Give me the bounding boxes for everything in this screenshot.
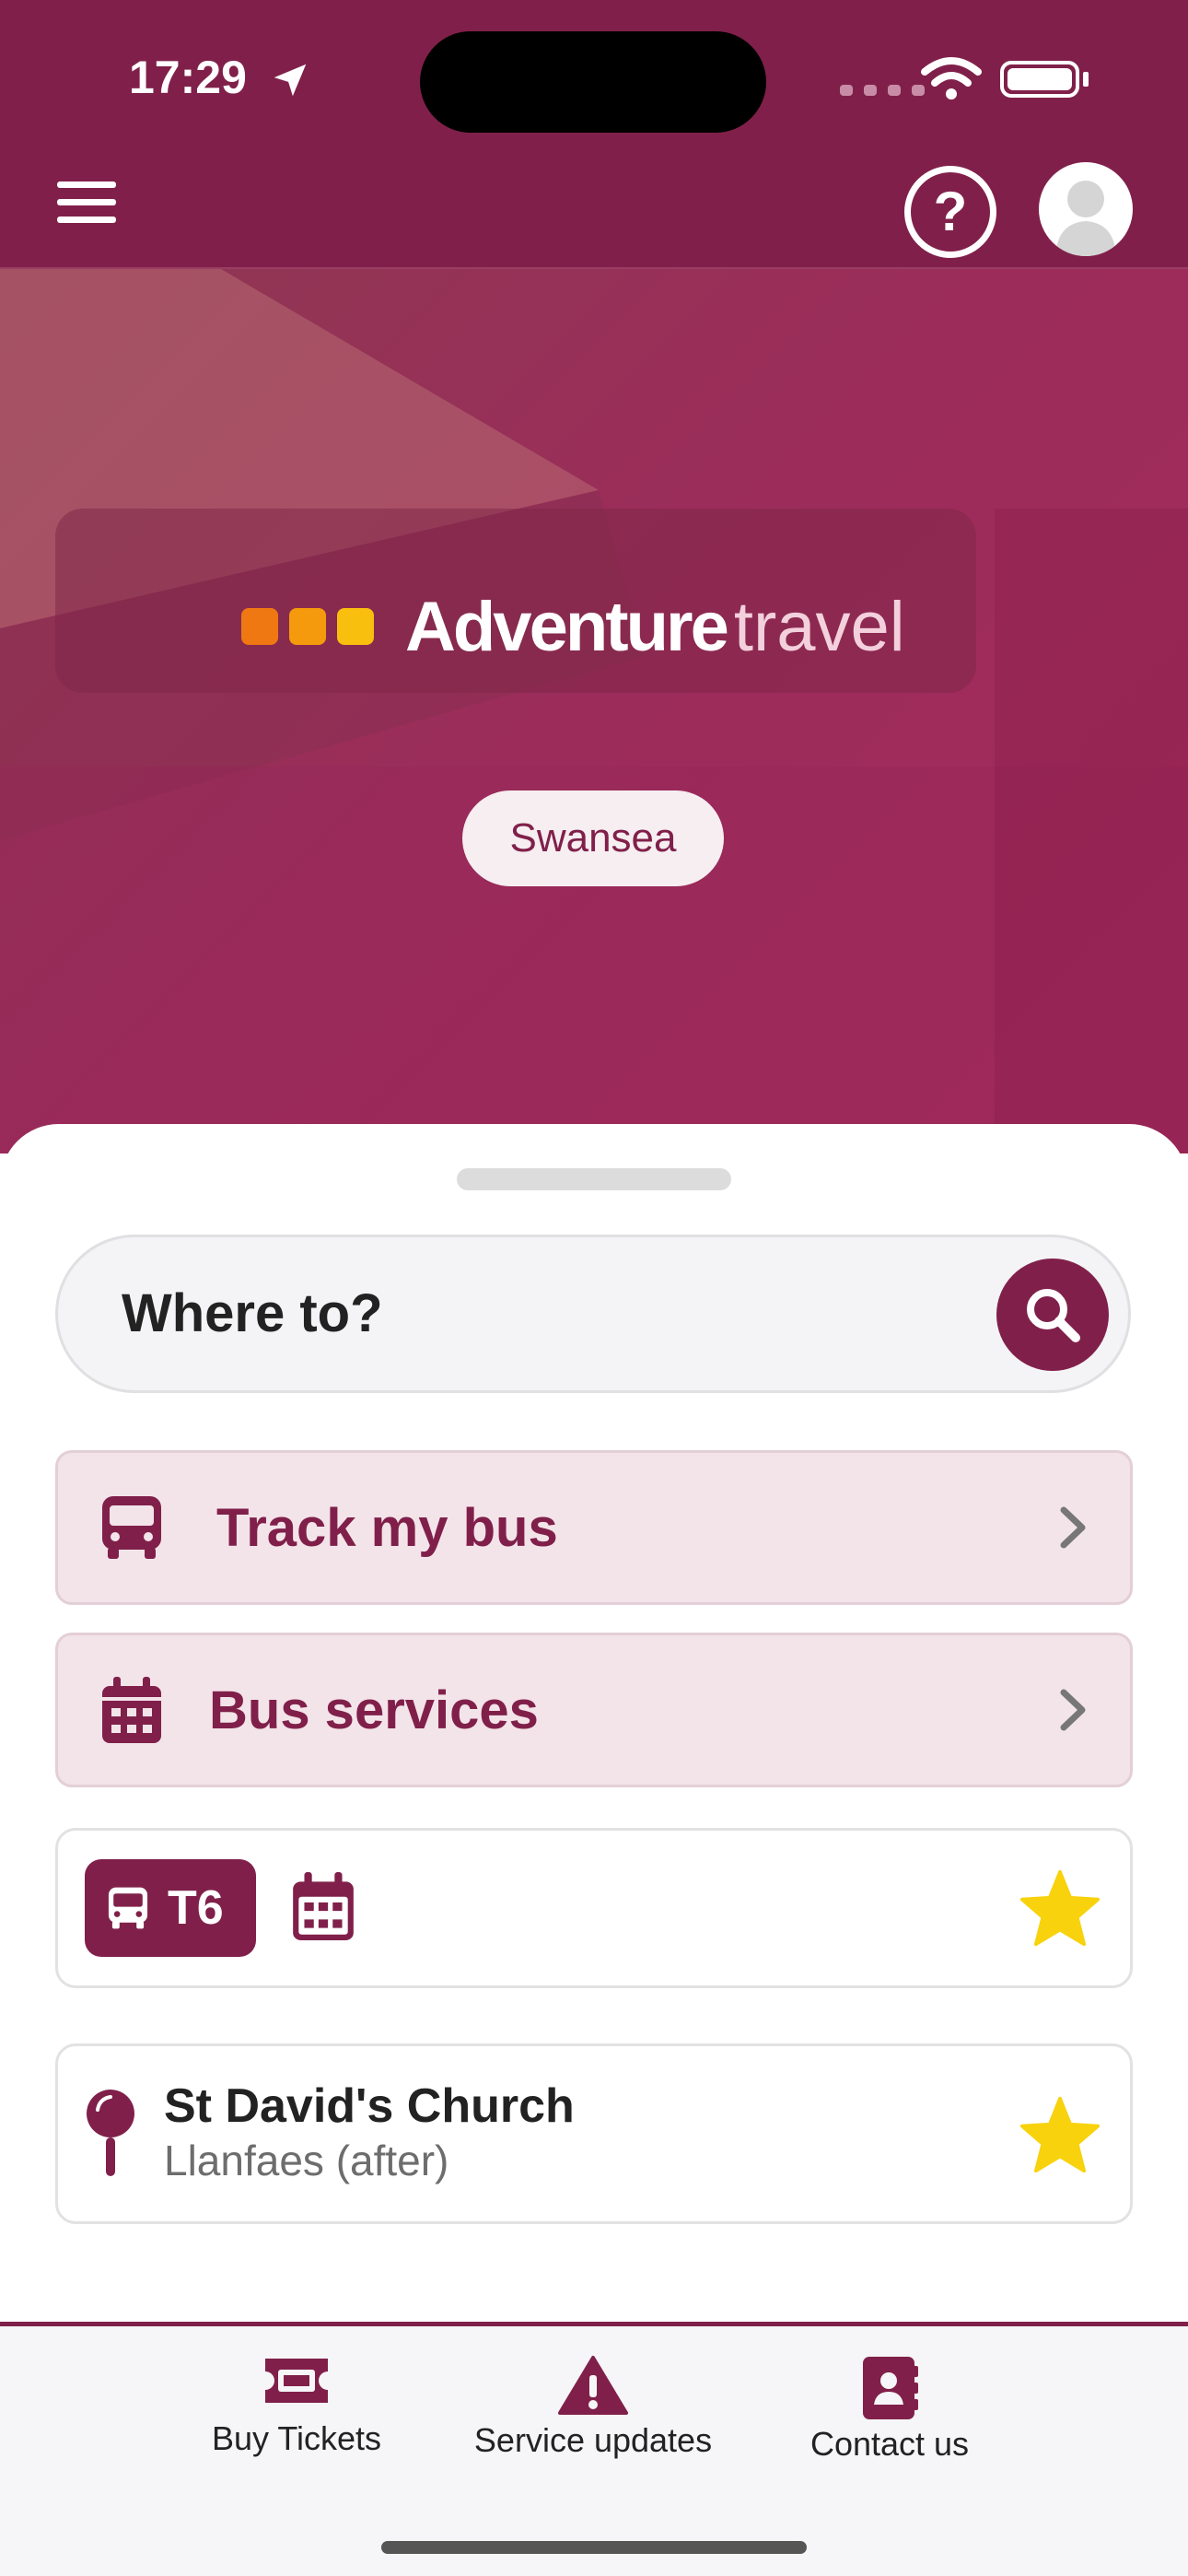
- tab-service-updates[interactable]: Service updates: [455, 2355, 731, 2460]
- battery-icon: [1000, 61, 1079, 98]
- hero-banner: [0, 269, 1188, 1153]
- battery-cap: [1083, 72, 1089, 87]
- bus-services-label: Bus services: [209, 1680, 539, 1740]
- tab-service-updates-label: Service updates: [473, 2421, 713, 2459]
- tab-contact-us[interactable]: Contact us: [751, 2355, 1028, 2464]
- hero-divider: [0, 267, 1188, 269]
- search-icon: [1027, 1289, 1080, 1342]
- hero-bus-photo: [0, 269, 1188, 1153]
- ticket-icon: [265, 2359, 328, 2403]
- bus-services-button[interactable]: Bus services: [55, 1633, 1133, 1787]
- location-arrow-icon: [274, 64, 307, 97]
- search-button[interactable]: [996, 1259, 1109, 1371]
- timetable-calendar-icon[interactable]: [291, 1870, 355, 1942]
- route-number: T6: [168, 1881, 224, 1935]
- star-icon[interactable]: [1019, 1868, 1101, 1948]
- stop-name: St David's Church: [164, 2079, 575, 2133]
- warning-icon: [558, 2356, 628, 2415]
- help-button[interactable]: ?: [904, 166, 996, 258]
- brand-logo: Adventure travel: [241, 588, 905, 666]
- brand-word-light: travel: [733, 587, 905, 666]
- avatar-icon: [1055, 181, 1116, 256]
- stop-subtitle: Llanfaes (after): [164, 2137, 449, 2184]
- stop-pin-icon: [87, 2090, 134, 2176]
- search-label[interactable]: Where to?: [122, 1282, 383, 1344]
- profile-button[interactable]: [1039, 162, 1133, 256]
- menu-button[interactable]: [52, 175, 122, 230]
- brand-dot: [289, 608, 326, 645]
- region-selector[interactable]: Swansea: [462, 790, 724, 886]
- dynamic-island: [420, 31, 766, 133]
- cellular-signal-icon: [840, 85, 925, 96]
- favourite-stop-card[interactable]: [55, 2043, 1133, 2224]
- track-my-bus-label: Track my bus: [216, 1497, 558, 1558]
- tab-buy-tickets-label: Buy Tickets: [211, 2419, 382, 2457]
- home-indicator[interactable]: [381, 2541, 807, 2554]
- calendar-icon: [102, 1677, 161, 1743]
- contact-book-icon: [863, 2357, 918, 2419]
- star-icon[interactable]: [1019, 2095, 1101, 2174]
- tab-contact-us-label: Contact us: [809, 2425, 970, 2463]
- brand-dot: [241, 608, 278, 645]
- track-my-bus-button[interactable]: Track my bus: [55, 1450, 1133, 1605]
- bus-icon: [102, 1496, 161, 1559]
- route-badge[interactable]: T6: [85, 1859, 256, 1957]
- wifi-icon: [921, 57, 982, 100]
- chevron-right-icon: [1060, 1506, 1086, 1549]
- sheet-grabber[interactable]: [457, 1168, 731, 1190]
- hamburger-icon: [57, 181, 116, 223]
- status-time: 17:29: [129, 52, 247, 103]
- bus-icon: [108, 1887, 148, 1929]
- brand-dot: [337, 608, 374, 645]
- question-circle-icon: ?: [933, 181, 968, 242]
- chevron-right-icon: [1060, 1689, 1086, 1731]
- tab-buy-tickets[interactable]: Buy Tickets: [158, 2355, 435, 2458]
- brand-word-bold: Adventure: [405, 587, 729, 666]
